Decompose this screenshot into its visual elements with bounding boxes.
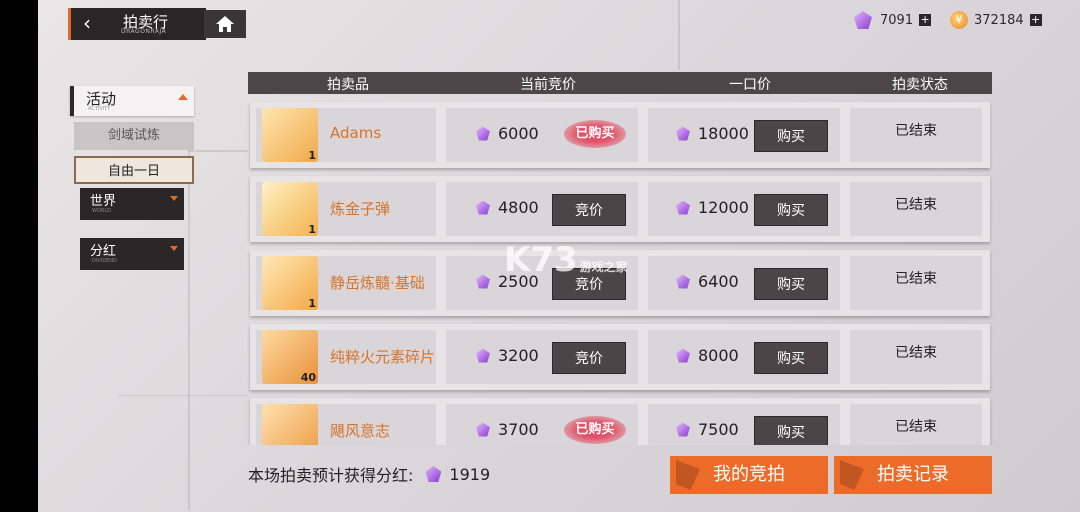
table-row: 1 Adams 6000 已购买 18000 购买 已结束 (250, 102, 990, 168)
buy-button[interactable]: 购买 (754, 416, 828, 445)
status-wrap: 已结束 (850, 176, 982, 242)
purple-gem-icon (676, 274, 690, 289)
buyout-price: 7500 (676, 420, 739, 439)
auction-record-button[interactable]: 拍卖记录 (834, 456, 992, 494)
item-name: 炼金子弹 (330, 200, 391, 218)
buy-button[interactable]: 购买 (754, 268, 828, 300)
buyout-value: 8000 (698, 346, 739, 365)
buyout-value: 18000 (698, 124, 749, 143)
buy-button[interactable]: 购买 (754, 194, 828, 226)
item-icon[interactable] (262, 404, 318, 445)
auction-status: 已结束 (895, 123, 937, 139)
bid-action-wrap: 已购买 (446, 398, 638, 445)
purchased-stamp: 已购买 (564, 120, 626, 148)
table-row: 1 炼金子弹 4800 竞价 12000 购买 已结束 (250, 176, 990, 242)
auction-record-label: 拍卖记录 (877, 464, 949, 485)
auction-status: 已结束 (895, 419, 937, 435)
item-quantity: 1 (308, 223, 316, 236)
decor-pattern-icon (676, 460, 700, 490)
bid-action-wrap: 竞价 (446, 176, 638, 242)
item-name: 飓风意志 (330, 422, 391, 440)
buy-button[interactable]: 购买 (754, 120, 828, 152)
item-icon[interactable]: 1 (262, 256, 318, 310)
status-wrap: 已结束 (850, 324, 982, 390)
auction-list[interactable]: 1 Adams 6000 已购买 18000 购买 已结束 1 炼金子弹 480… (38, 0, 1080, 445)
status-wrap: 已结束 (850, 398, 982, 445)
auction-screen: ‹ 拍卖行 DRAGONRAJA 7091 + ¥ 372184 + 活动 AC… (38, 0, 1080, 512)
dividend-value: 1919 (449, 464, 491, 484)
item-name: Adams (330, 124, 382, 142)
buyout-price: 6400 (676, 272, 739, 291)
purchased-stamp: 已购买 (564, 416, 626, 444)
status-wrap: 已结束 (850, 102, 982, 168)
purple-gem-icon (676, 422, 690, 437)
buyout-value: 12000 (698, 198, 749, 217)
buyout-value: 7500 (698, 420, 739, 439)
bid-action-wrap: 已购买 (446, 102, 638, 168)
buyout-price: 8000 (676, 346, 739, 365)
item-name: 纯粹火元素碎片 (330, 348, 436, 366)
dividend-label: 本场拍卖预计获得分红: (248, 466, 414, 485)
item-icon[interactable]: 1 (262, 182, 318, 236)
status-wrap: 已结束 (850, 250, 982, 316)
purple-gem-icon (676, 348, 690, 363)
item-icon[interactable]: 40 (262, 330, 318, 384)
buyout-price: 18000 (676, 124, 749, 143)
item-quantity: 1 (308, 149, 316, 162)
item-icon[interactable]: 1 (262, 108, 318, 162)
watermark-logo: K73 游戏之家 (504, 240, 628, 280)
buy-button[interactable]: 购买 (754, 342, 828, 374)
my-bids-button[interactable]: 我的竞拍 (670, 456, 828, 494)
purple-gem-icon (425, 466, 442, 482)
auction-status: 已结束 (895, 197, 937, 213)
item-quantity: 40 (300, 371, 316, 384)
decor-pattern-icon (840, 460, 864, 490)
table-row: 飓风意志 3700 已购买 7500 购买 已结束 (250, 398, 990, 445)
buyout-price: 12000 (676, 198, 749, 217)
bid-button[interactable]: 竞价 (552, 342, 626, 374)
table-row: 40 纯粹火元素碎片 3200 竞价 8000 购买 已结束 (250, 324, 990, 390)
auction-status: 已结束 (895, 271, 937, 287)
purple-gem-icon (676, 126, 690, 141)
bid-action-wrap: 竞价 (446, 324, 638, 390)
my-bids-label: 我的竞拍 (713, 464, 785, 485)
item-name: 静岳炼髓·基础 (330, 274, 425, 292)
buyout-value: 6400 (698, 272, 739, 291)
auction-status: 已结束 (895, 345, 937, 361)
bid-button[interactable]: 竞价 (552, 194, 626, 226)
dividend-estimate: 本场拍卖预计获得分红: 1919 (248, 462, 490, 486)
item-quantity: 1 (308, 297, 316, 310)
purple-gem-icon (676, 200, 690, 215)
